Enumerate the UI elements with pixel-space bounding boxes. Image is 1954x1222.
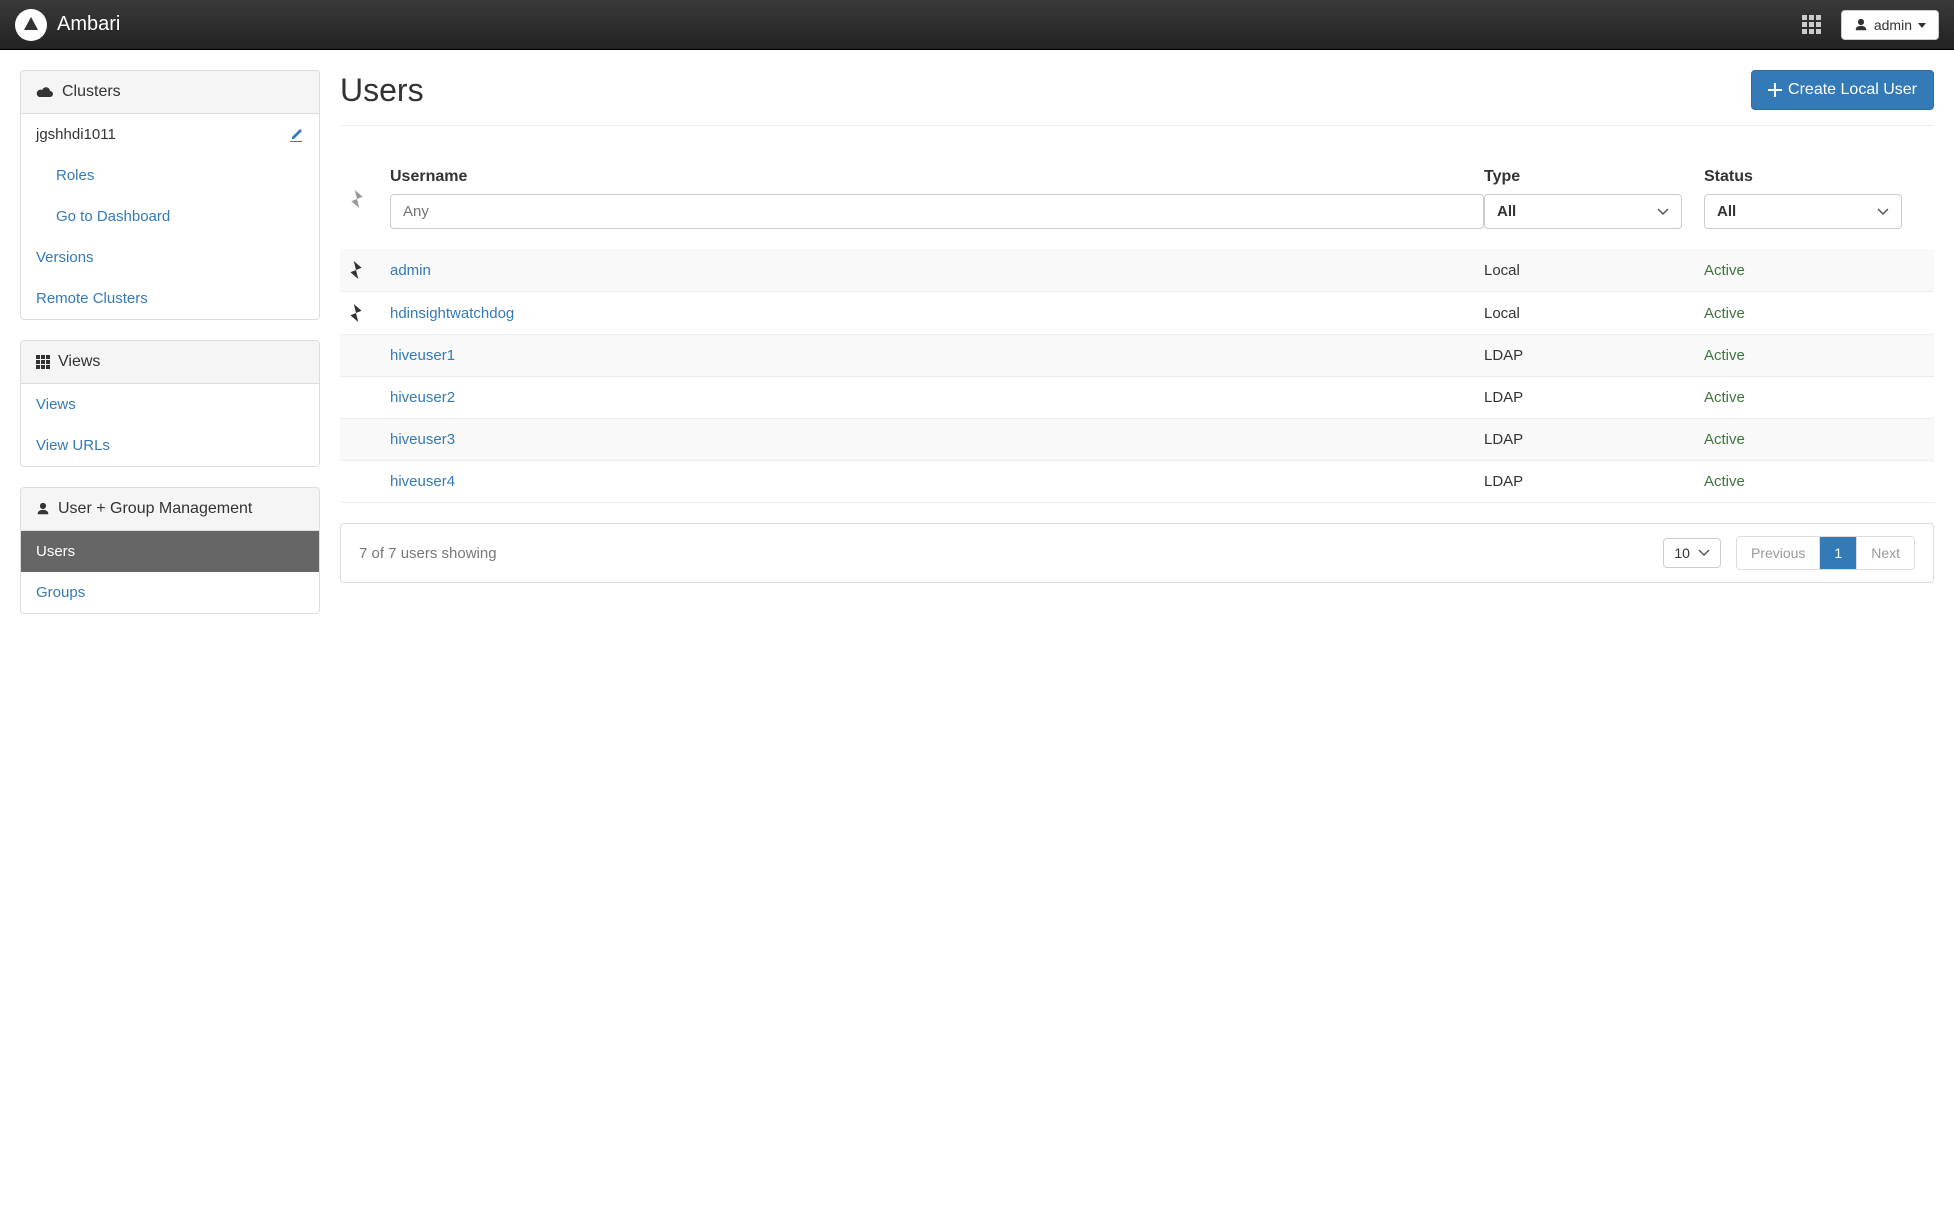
- page-size-select[interactable]: 10: [1663, 538, 1721, 568]
- user-group-panel: User + Group Management Users Groups: [20, 487, 320, 614]
- username-link[interactable]: hiveuser4: [390, 473, 455, 490]
- user-icon: [1854, 18, 1868, 32]
- page-title: Users: [340, 72, 424, 109]
- username-link[interactable]: hiveuser3: [390, 431, 455, 448]
- table-row: hiveuser2 LDAP Active: [340, 377, 1934, 419]
- type-cell: LDAP: [1484, 431, 1523, 448]
- sidebar-versions[interactable]: Versions: [21, 237, 319, 278]
- next-page-button[interactable]: Next: [1857, 537, 1914, 569]
- status-cell: Active: [1704, 431, 1745, 448]
- table-row: admin Local Active: [340, 249, 1934, 292]
- admin-label: admin: [1874, 17, 1912, 33]
- plus-icon: [1768, 83, 1782, 97]
- status-cell: Active: [1704, 473, 1745, 490]
- user-icon: [36, 502, 50, 516]
- navbar-brand-group: Ambari: [15, 9, 120, 41]
- create-local-user-button[interactable]: Create Local User: [1751, 70, 1934, 110]
- username-link[interactable]: hdinsightwatchdog: [390, 305, 514, 322]
- apps-grid-icon[interactable]: [1802, 15, 1821, 34]
- type-cell: LDAP: [1484, 473, 1523, 490]
- table-header: Username Type All Status All: [340, 156, 1934, 249]
- sidebar: Clusters jgshhdi1011 Roles Go to Dashboa…: [20, 70, 320, 634]
- showing-text: 7 of 7 users showing: [359, 545, 497, 562]
- username-link[interactable]: hiveuser2: [390, 389, 455, 406]
- status-cell: Active: [1704, 305, 1745, 322]
- sidebar-dashboard[interactable]: Go to Dashboard: [21, 196, 319, 237]
- sidebar-roles[interactable]: Roles: [21, 155, 319, 196]
- cloud-icon: [36, 85, 54, 99]
- status-cell: Active: [1704, 347, 1745, 364]
- type-cell: LDAP: [1484, 347, 1523, 364]
- username-link[interactable]: hiveuser1: [390, 347, 455, 364]
- chevron-down-icon: [1698, 549, 1710, 557]
- username-column-label: Username: [390, 168, 1484, 186]
- table-row: hiveuser1 LDAP Active: [340, 335, 1934, 377]
- table-row: hiveuser4 LDAP Active: [340, 461, 1934, 503]
- type-cell: Local: [1484, 262, 1520, 279]
- brand-text[interactable]: Ambari: [57, 13, 120, 36]
- sidebar-users[interactable]: Users: [21, 531, 319, 572]
- views-panel: Views Views View URLs: [20, 340, 320, 467]
- caret-down-icon: [1918, 21, 1926, 29]
- type-filter-select[interactable]: All: [1484, 194, 1682, 229]
- clusters-heading: Clusters: [21, 71, 319, 114]
- edit-cluster-icon[interactable]: [288, 127, 304, 143]
- page-1-button[interactable]: 1: [1820, 537, 1857, 569]
- cluster-name-item: jgshhdi1011: [21, 114, 319, 155]
- ambari-logo-icon[interactable]: [15, 9, 47, 41]
- prev-page-button[interactable]: Previous: [1737, 537, 1820, 569]
- type-cell: Local: [1484, 305, 1520, 322]
- table-row: hiveuser3 LDAP Active: [340, 419, 1934, 461]
- type-cell: LDAP: [1484, 389, 1523, 406]
- status-column-label: Status: [1704, 168, 1924, 186]
- username-link[interactable]: admin: [390, 262, 431, 279]
- admin-user-menu[interactable]: admin: [1841, 10, 1939, 40]
- status-cell: Active: [1704, 262, 1745, 279]
- chevron-down-icon: [1657, 208, 1669, 216]
- status-cell: Active: [1704, 389, 1745, 406]
- sidebar-view-urls[interactable]: View URLs: [21, 425, 319, 466]
- table-row: hdinsightwatchdog Local Active: [340, 292, 1934, 335]
- pager: Previous 1 Next: [1736, 536, 1915, 570]
- sidebar-remote-clusters[interactable]: Remote Clusters: [21, 278, 319, 319]
- admin-filter-icon[interactable]: [350, 190, 390, 208]
- grid-icon: [36, 355, 50, 369]
- pagination-bar: 7 of 7 users showing 10 Previous 1 Next: [340, 523, 1934, 583]
- admin-bolt-icon: [350, 304, 390, 322]
- clusters-panel: Clusters jgshhdi1011 Roles Go to Dashboa…: [20, 70, 320, 320]
- views-heading: Views: [21, 341, 319, 384]
- sidebar-views[interactable]: Views: [21, 384, 319, 425]
- admin-bolt-icon: [350, 261, 390, 279]
- status-filter-select[interactable]: All: [1704, 194, 1902, 229]
- chevron-down-icon: [1877, 208, 1889, 216]
- users-table: Username Type All Status All: [340, 156, 1934, 503]
- main-content: Users Create Local User Username Type Al…: [340, 70, 1934, 634]
- username-filter-input[interactable]: [390, 194, 1484, 229]
- type-column-label: Type: [1484, 168, 1704, 186]
- sidebar-groups[interactable]: Groups: [21, 572, 319, 613]
- top-navbar: Ambari admin: [0, 0, 1954, 50]
- user-group-heading: User + Group Management: [21, 488, 319, 531]
